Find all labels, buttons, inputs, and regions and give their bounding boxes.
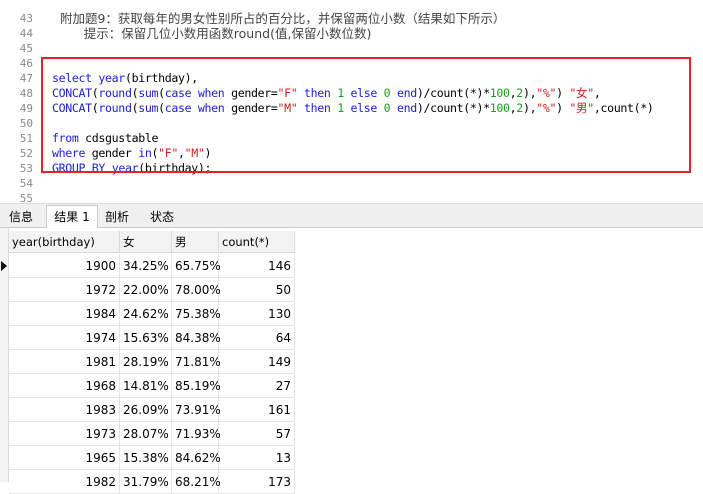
cell-count[interactable]: 57 xyxy=(219,422,295,446)
cell-female-pct[interactable]: 22.00% xyxy=(120,278,172,302)
cell-male-pct[interactable]: 84.38% xyxy=(172,326,221,350)
line-number: 53 xyxy=(19,162,33,175)
cell-count[interactable]: 161 xyxy=(219,398,295,422)
line-number: 46 xyxy=(19,57,33,70)
tab-result-1[interactable]: 结果 1 xyxy=(46,205,98,229)
cell-female-pct[interactable]: 15.38% xyxy=(120,446,172,470)
cell-male-pct[interactable]: 68.21% xyxy=(172,470,221,494)
tab-info[interactable]: 信息 xyxy=(2,206,40,228)
cell-count[interactable]: 64 xyxy=(219,326,295,350)
sql-editor[interactable]: 43 44 45 46 47 48 49 50 51 52 53 54 55 附加题9：获取每年的男女性… xyxy=(0,0,703,203)
cell-year[interactable]: 1983 xyxy=(9,398,120,422)
cell-year[interactable]: 1984 xyxy=(9,302,120,326)
comment-task-text: 附加题9：获取每年的男女性别所占的百分比，并保留两位小数（结果如下所示） xyxy=(59,11,506,26)
line-number: 44 xyxy=(19,27,33,40)
line-number: 52 xyxy=(19,147,33,160)
cell-female-pct[interactable]: 26.09% xyxy=(120,398,172,422)
cell-female-pct[interactable]: 28.19% xyxy=(120,350,172,374)
comment-line[interactable]: 附加题9：获取每年的男女性别所占的百分比，并保留两位小数（结果如下所示） xyxy=(52,11,505,26)
cell-male-pct[interactable]: 84.62% xyxy=(172,446,221,470)
cell-female-pct[interactable]: 14.81% xyxy=(120,374,172,398)
cell-count[interactable]: 13 xyxy=(219,446,295,470)
comment-line[interactable]: 提示：保留几位小数用函数round(值,保留小数位数) xyxy=(52,26,372,41)
line-number: 43 xyxy=(19,12,33,25)
cell-count[interactable]: 50 xyxy=(219,278,295,302)
line-number: 50 xyxy=(19,117,33,130)
cell-female-pct[interactable]: 15.63% xyxy=(120,326,172,350)
cell-count[interactable]: 149 xyxy=(219,350,295,374)
line-number: 49 xyxy=(19,102,33,115)
cell-count[interactable]: 130 xyxy=(219,302,295,326)
line-number: 48 xyxy=(19,87,33,100)
cell-male-pct[interactable]: 65.75% xyxy=(172,254,221,278)
cell-female-pct[interactable]: 28.07% xyxy=(120,422,172,446)
result-tab-bar: 信息 结果 1 剖析 状态 xyxy=(0,203,703,229)
cell-male-pct[interactable]: 78.00% xyxy=(172,278,221,302)
column-header-female[interactable]: 女 xyxy=(120,231,172,253)
tab-status[interactable]: 状态 xyxy=(143,206,181,228)
column-header-male[interactable]: 男 xyxy=(172,231,219,253)
tab-profile[interactable]: 剖析 xyxy=(100,206,134,228)
cell-year[interactable]: 1968 xyxy=(9,374,120,398)
cell-year[interactable]: 1974 xyxy=(9,326,120,350)
cell-female-pct[interactable]: 24.62% xyxy=(120,302,172,326)
result-grid[interactable]: year(birthday) 女 男 count(*) 1900 34.25% 65… xyxy=(0,228,703,494)
line-number: 47 xyxy=(19,72,33,85)
cell-male-pct[interactable]: 71.81% xyxy=(172,350,221,374)
cell-year[interactable]: 1981 xyxy=(9,350,120,374)
line-number: 54 xyxy=(19,177,33,190)
line-number: 55 xyxy=(19,192,33,203)
cell-male-pct[interactable]: 75.38% xyxy=(172,302,221,326)
highlight-box xyxy=(41,57,691,173)
cell-year[interactable]: 1982 xyxy=(9,470,120,494)
cell-male-pct[interactable]: 85.19% xyxy=(172,374,221,398)
current-row-arrow-icon xyxy=(1,261,7,271)
line-number-gutter: 43 44 45 46 47 48 49 50 51 52 53 54 55 xyxy=(0,0,38,203)
column-header-year[interactable]: year(birthday) xyxy=(9,231,120,253)
cell-count[interactable]: 27 xyxy=(219,374,295,398)
cell-male-pct[interactable]: 71.93% xyxy=(172,422,221,446)
cell-female-pct[interactable]: 34.25% xyxy=(120,254,172,278)
cell-year[interactable]: 1965 xyxy=(9,446,120,470)
line-number: 51 xyxy=(19,132,33,145)
cell-count[interactable]: 146 xyxy=(219,254,295,278)
cell-year[interactable]: 1972 xyxy=(9,278,120,302)
cell-male-pct[interactable]: 73.91% xyxy=(172,398,221,422)
cell-female-pct[interactable]: 31.79% xyxy=(120,470,172,494)
column-header-count[interactable]: count(*) xyxy=(219,231,295,253)
line-number: 45 xyxy=(19,42,33,55)
comment-hint-text: 提示：保留几位小数用函数round(值,保留小数位数) xyxy=(83,26,372,41)
cell-count[interactable]: 173 xyxy=(219,470,295,494)
cell-year[interactable]: 1900 xyxy=(9,254,120,278)
cell-year[interactable]: 1973 xyxy=(9,422,120,446)
